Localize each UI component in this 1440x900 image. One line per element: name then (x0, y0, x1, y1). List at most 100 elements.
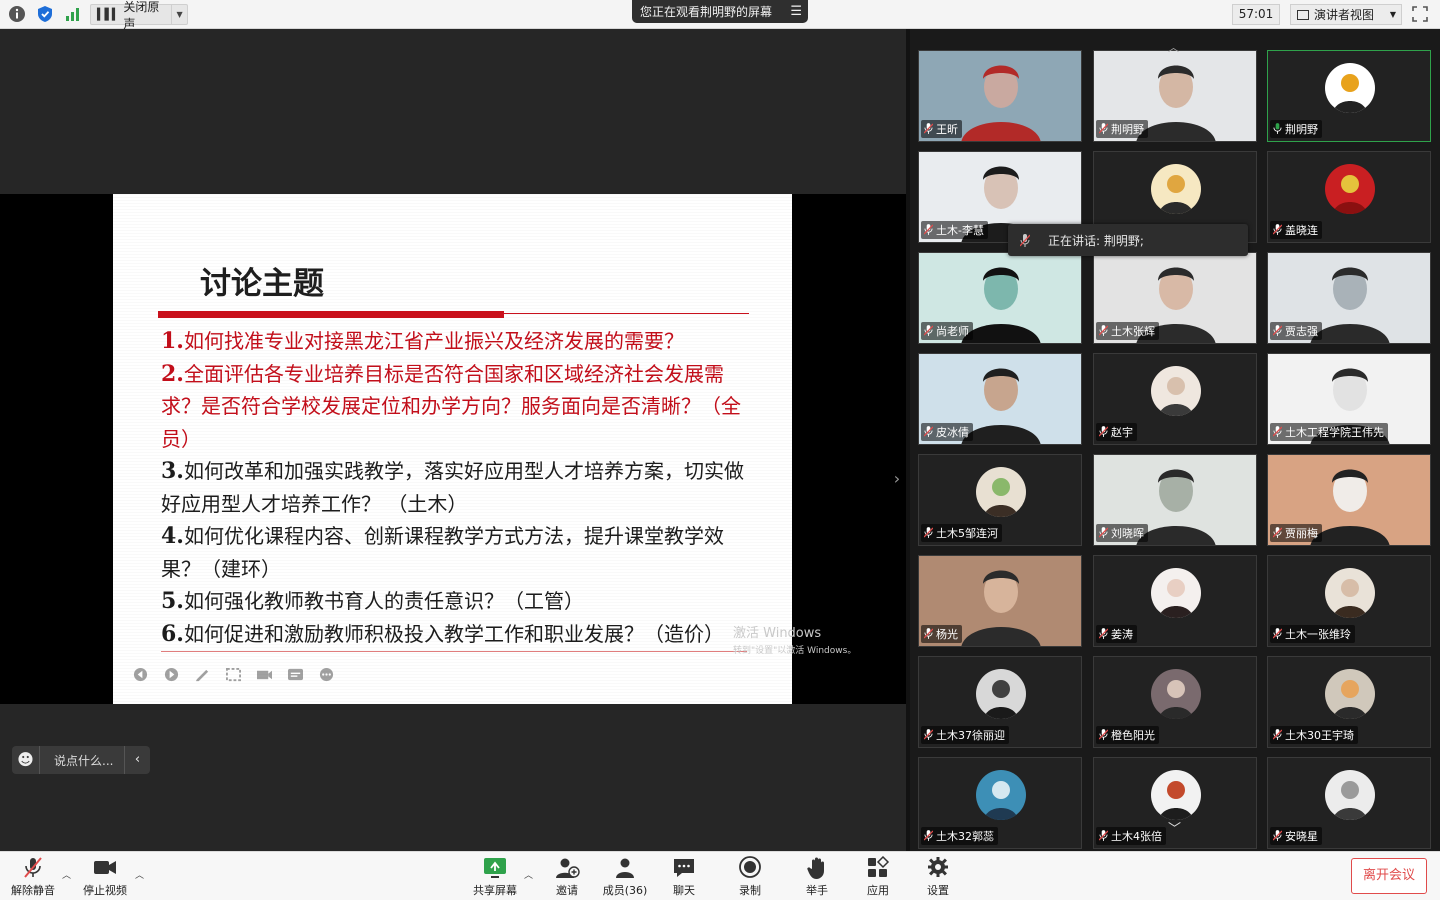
microphone-icon (924, 426, 933, 437)
participant-name: 土木-李慧 (921, 221, 988, 239)
participant-tile[interactable]: 荆明野 (1093, 50, 1257, 142)
speaking-indicator: 正在讲话: 荆明野; (1008, 224, 1248, 256)
slide-topic: 2.全面评估各专业培养目标是否符合国家和区域经济社会发展需求？是否符合学校发展定… (161, 358, 761, 456)
participant-name: 荆明野 (1096, 120, 1148, 138)
original-sound-button[interactable]: ▍▌▍ 关闭原声 ▼ (90, 0, 188, 31)
participant-tile[interactable]: 土木30王宇琦 (1267, 656, 1431, 748)
record-button[interactable]: 录制 (734, 856, 766, 898)
chevron-up-icon[interactable]: ︿ (62, 868, 71, 881)
participant-avatar (1325, 568, 1375, 618)
topic-text: 如何强化教师教书育人的责任意识？（工管） (183, 589, 584, 613)
slide-topic: 6.如何促进和激励教师积极投入教学工作和职业发展？（造价） (161, 618, 761, 651)
menu-icon[interactable]: ☰ (790, 4, 802, 19)
participant-avatar (1151, 568, 1201, 618)
emoji-icon[interactable]: ☻ (12, 746, 40, 774)
presentation-slide: 讨论主题 1.如何找准专业对接黑龙江省产业振兴及经济发展的需要？ 2.全面评估各… (113, 194, 856, 704)
chat-input-bar[interactable]: ☻ 说点什么... ‹ (12, 746, 150, 774)
participant-tile[interactable]: 盖晓连 (1267, 151, 1431, 243)
microphone-icon (1099, 325, 1108, 336)
participant-tile[interactable]: 安晓星 (1267, 757, 1431, 849)
slide-title: 讨论主题 (200, 266, 324, 302)
members-button[interactable]: 成员(36) (600, 856, 650, 898)
participant-name: 土木37徐丽迎 (921, 726, 1009, 744)
chevron-down-icon[interactable]: ▼ (171, 5, 187, 24)
microphone-icon (1273, 224, 1282, 235)
chat-placeholder[interactable]: 说点什么... (54, 752, 113, 769)
participant-tile[interactable]: 姜涛 (1093, 555, 1257, 647)
pen-icon[interactable] (193, 667, 212, 682)
next-slide-icon[interactable] (162, 667, 181, 682)
chat-button[interactable]: 聊天 (668, 856, 700, 898)
shield-icon[interactable] (36, 5, 54, 23)
topic-number: 4. (161, 523, 184, 549)
participant-tile[interactable]: 杨光 (918, 555, 1082, 647)
participant-name: 尚老师 (921, 322, 973, 340)
apps-button[interactable]: 应用 (862, 856, 894, 898)
participant-tile[interactable]: 土木5邹连河 (918, 454, 1082, 546)
chevron-up-icon[interactable]: ︿ (135, 868, 144, 881)
more-options-icon[interactable] (317, 667, 336, 682)
collapse-panel-icon[interactable]: › (890, 469, 904, 493)
participant-tile[interactable]: 荆明野 (1267, 50, 1431, 142)
participant-tile[interactable]: 贾志强 (1267, 252, 1431, 344)
unmute-button[interactable]: 解除静音 (8, 856, 58, 898)
participant-avatar (1151, 770, 1201, 820)
chevron-left-icon[interactable]: ‹ (124, 746, 150, 774)
leave-meeting-button[interactable]: 离开会议 (1351, 858, 1427, 894)
microphone-icon (924, 325, 933, 336)
topic-number: 5. (161, 588, 184, 614)
microphone-icon (1273, 628, 1282, 639)
participant-tile[interactable]: 刘晓晖 (1093, 454, 1257, 546)
participant-avatar (1151, 669, 1201, 719)
chat-label: 聊天 (673, 884, 695, 897)
microphone-icon (1273, 830, 1282, 841)
fullscreen-icon[interactable] (1411, 5, 1429, 23)
previous-slide-icon[interactable] (131, 667, 150, 682)
share-screen-icon (484, 858, 506, 878)
share-screen-button[interactable]: 共享屏幕 (470, 856, 520, 898)
participant-tile[interactable]: 赵宇 (1093, 353, 1257, 445)
subtitles-icon[interactable] (286, 667, 305, 682)
scroll-down-icon[interactable]: ﹀ (1168, 818, 1181, 837)
stop-video-button[interactable]: 停止视频 (80, 856, 130, 898)
chat-icon (674, 859, 694, 877)
slide-title-underline (158, 311, 504, 318)
settings-button[interactable]: 设置 (922, 856, 954, 898)
raise-hand-button[interactable]: 举手 (801, 856, 833, 898)
participant-tile[interactable]: 土木张辉 (1093, 252, 1257, 344)
participant-tile[interactable]: 王昕 (918, 50, 1082, 142)
slide-topic-list: 1.如何找准专业对接黑龙江省产业振兴及经济发展的需要？ 2.全面评估各专业培养目… (161, 325, 761, 650)
video-camera-icon (94, 861, 116, 874)
slide-topic: 1.如何找准专业对接黑龙江省产业振兴及经济发展的需要？ (161, 325, 761, 358)
info-icon[interactable] (8, 5, 26, 23)
slide-topic: 5.如何强化教师教书育人的责任意识？（工管） (161, 585, 761, 618)
participant-name-label: 土木32郭蕊 (936, 830, 994, 843)
participant-tile[interactable]: 橙色阳光 (1093, 656, 1257, 748)
scroll-up-icon[interactable]: ︿ (1168, 39, 1179, 55)
screen-share-banner[interactable]: 您正在观看荆明野的屏幕 ☰ (632, 0, 808, 23)
participant-tile[interactable]: 尚老师 (918, 252, 1082, 344)
participant-name-label: 土木张辉 (1111, 325, 1155, 338)
participant-avatar (1325, 63, 1375, 113)
top-bar: ▍▌▍ 关闭原声 ▼ 您正在观看荆明野的屏幕 ☰ 57:01 演讲者视图 ▼ (0, 0, 1440, 31)
participant-tile[interactable]: 土木32郭蕊 (918, 757, 1082, 849)
view-mode-button[interactable]: 演讲者视图 ▼ (1290, 4, 1402, 25)
participant-tile[interactable]: 贾丽梅 (1267, 454, 1431, 546)
participant-tile[interactable]: 土木37徐丽迎 (918, 656, 1082, 748)
camera-icon[interactable] (255, 667, 274, 682)
participant-name-label: 土木30王宇琦 (1285, 729, 1354, 742)
speaker-view-icon (1297, 9, 1309, 20)
microphone-icon (1273, 426, 1282, 437)
participant-tile[interactable]: 皮冰倩 (918, 353, 1082, 445)
microphone-icon (924, 123, 933, 134)
participant-avatar (1325, 164, 1375, 214)
participant-tile[interactable]: 土木一张维玲 (1267, 555, 1431, 647)
invite-button[interactable]: 邀请 (548, 856, 586, 898)
zoom-icon[interactable] (224, 667, 243, 682)
chevron-up-icon[interactable]: ︿ (524, 868, 533, 881)
microphone-icon (1099, 123, 1108, 134)
microphone-icon (1273, 729, 1282, 740)
participant-tile[interactable]: 土木工程学院王伟先 (1267, 353, 1431, 445)
signal-strength-icon[interactable] (64, 5, 82, 23)
participant-avatar (976, 669, 1026, 719)
